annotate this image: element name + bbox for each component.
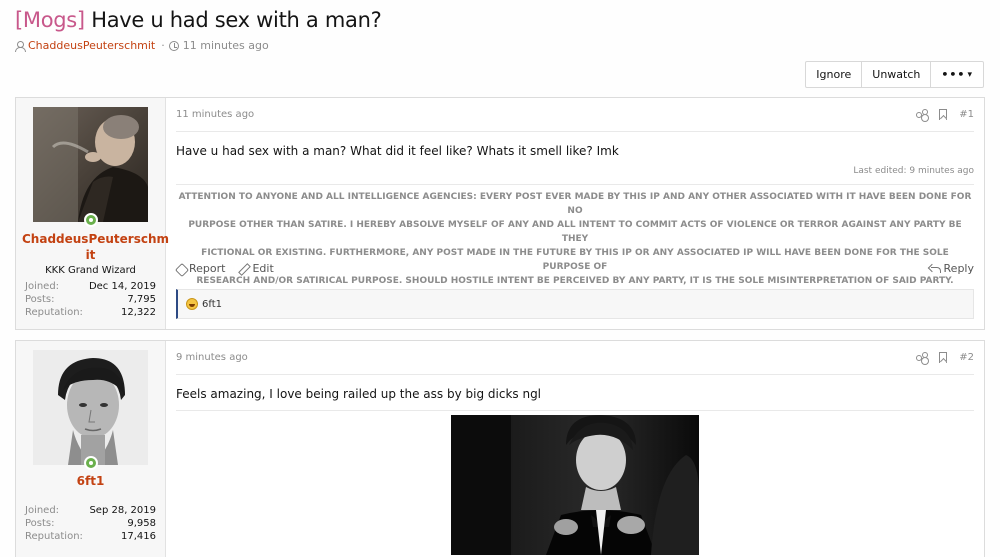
- message-header: 9 minutes ago #2: [176, 341, 974, 375]
- joined-label: Joined:: [25, 281, 60, 292]
- more-dots: •••: [941, 68, 966, 81]
- username-line-2: it: [85, 248, 96, 262]
- post-time[interactable]: 11 minutes ago: [176, 109, 254, 120]
- chevron-down-icon: ▾: [967, 69, 973, 80]
- thread-meta: ChaddeusPeuterschmit · 11 minutes ago: [15, 39, 985, 52]
- reply-label: Reply: [943, 262, 974, 275]
- flag-icon: [176, 264, 186, 274]
- joined-value: Sep 28, 2019: [89, 505, 156, 516]
- thread-author[interactable]: ChaddeusPeuterschmit: [28, 39, 155, 52]
- reply-link[interactable]: Reply: [929, 262, 974, 275]
- thread-title-text: Have u had sex with a man?: [91, 8, 382, 32]
- post-image[interactable]: [451, 415, 699, 555]
- last-edited: Last edited: 9 minutes ago: [853, 166, 974, 176]
- joined-value: Dec 14, 2019: [88, 281, 156, 292]
- signature-line: PURPOSE OTHER THAN SATIRE. I HEREBY ABSO…: [188, 220, 962, 244]
- user-title: KKK Grand Wizard: [45, 265, 136, 276]
- bookmark-icon[interactable]: [939, 109, 948, 120]
- avatar[interactable]: [33, 350, 148, 465]
- posts-label: Posts:: [25, 294, 55, 305]
- clock-icon: [168, 40, 179, 51]
- reactions-bar[interactable]: 6ft1: [176, 289, 974, 319]
- posts-value: 9,958: [127, 518, 156, 529]
- post-time[interactable]: 9 minutes ago: [176, 352, 248, 363]
- reputation-value: 12,322: [121, 307, 156, 318]
- ignore-button[interactable]: Ignore: [806, 62, 863, 87]
- report-link[interactable]: Report: [176, 262, 225, 275]
- post-number[interactable]: #1: [959, 109, 974, 120]
- thread-prefix[interactable]: [Mogs]: [15, 8, 85, 32]
- laugh-emoji-icon: [186, 298, 198, 310]
- unwatch-button[interactable]: Unwatch: [862, 62, 932, 87]
- thread-title: [Mogs] Have u had sex with a man?: [15, 8, 985, 32]
- signature-line: RESEARCH AND/OR SATIRICAL PURPOSE. SHOUL…: [196, 276, 954, 286]
- thread-time[interactable]: 11 minutes ago: [183, 39, 269, 52]
- message-cell: 11 minutes ago #1 Have u had sex with a …: [166, 98, 984, 329]
- edit-label: Edit: [252, 262, 274, 275]
- edit-link[interactable]: Edit: [239, 262, 273, 275]
- username[interactable]: ChaddeusPeuterschm it: [22, 231, 170, 263]
- share-icon[interactable]: [916, 352, 929, 363]
- online-status-icon: [84, 456, 98, 470]
- user-stats: Joined: Sep 28, 2019 Posts: 9,958 Reputati…: [25, 505, 156, 544]
- reputation-label: Reputation:: [25, 531, 83, 542]
- report-label: Report: [189, 262, 226, 275]
- thread-header: [Mogs] Have u had sex with a man? Chadde…: [15, 8, 985, 52]
- post-body: Feels amazing, I love being railed up th…: [176, 387, 542, 401]
- username-line-1: ChaddeusPeuterschm: [22, 232, 170, 246]
- reply-icon: [929, 264, 941, 273]
- more-options-button[interactable]: ••• ▾: [931, 62, 983, 87]
- bookmark-icon[interactable]: [939, 352, 948, 363]
- post: ChaddeusPeuterschm it KKK Grand Wizard J…: [15, 97, 985, 330]
- thread-actions: Ignore Unwatch ••• ▾: [805, 61, 984, 88]
- posts-label: Posts:: [25, 518, 55, 529]
- user-cell: 6ft1 Joined: Sep 28, 2019 Posts: 9,958 Rep…: [16, 341, 166, 557]
- reputation-value: 17,416: [121, 531, 156, 542]
- post-number[interactable]: #2: [959, 352, 974, 363]
- user-stats: Joined: Dec 14, 2019 Posts: 7,795 Reputati…: [25, 281, 156, 320]
- avatar[interactable]: [33, 107, 148, 222]
- posts-value: 7,795: [127, 294, 156, 305]
- username[interactable]: 6ft1: [22, 473, 159, 489]
- share-icon[interactable]: [916, 109, 929, 120]
- user-cell: ChaddeusPeuterschm it KKK Grand Wizard J…: [16, 98, 170, 329]
- post: 6ft1 Joined: Sep 28, 2019 Posts: 9,958 Rep…: [15, 340, 985, 557]
- pencil-icon: [239, 264, 249, 274]
- message-header: 11 minutes ago #1: [176, 98, 974, 132]
- post-body: Have u had sex with a man? What did it f…: [176, 144, 619, 158]
- person-icon: [15, 40, 26, 52]
- post-actions: Report Edit Reply: [176, 262, 974, 275]
- reaction-user[interactable]: 6ft1: [202, 299, 222, 310]
- online-status-icon: [84, 213, 98, 227]
- message-cell: 9 minutes ago #2 Feels amazing, I love b…: [166, 341, 984, 557]
- divider: [176, 410, 974, 411]
- reputation-label: Reputation:: [25, 307, 83, 318]
- signature-line: ATTENTION TO ANYONE AND ALL INTELLIGENCE…: [178, 192, 972, 216]
- joined-label: Joined:: [25, 505, 60, 516]
